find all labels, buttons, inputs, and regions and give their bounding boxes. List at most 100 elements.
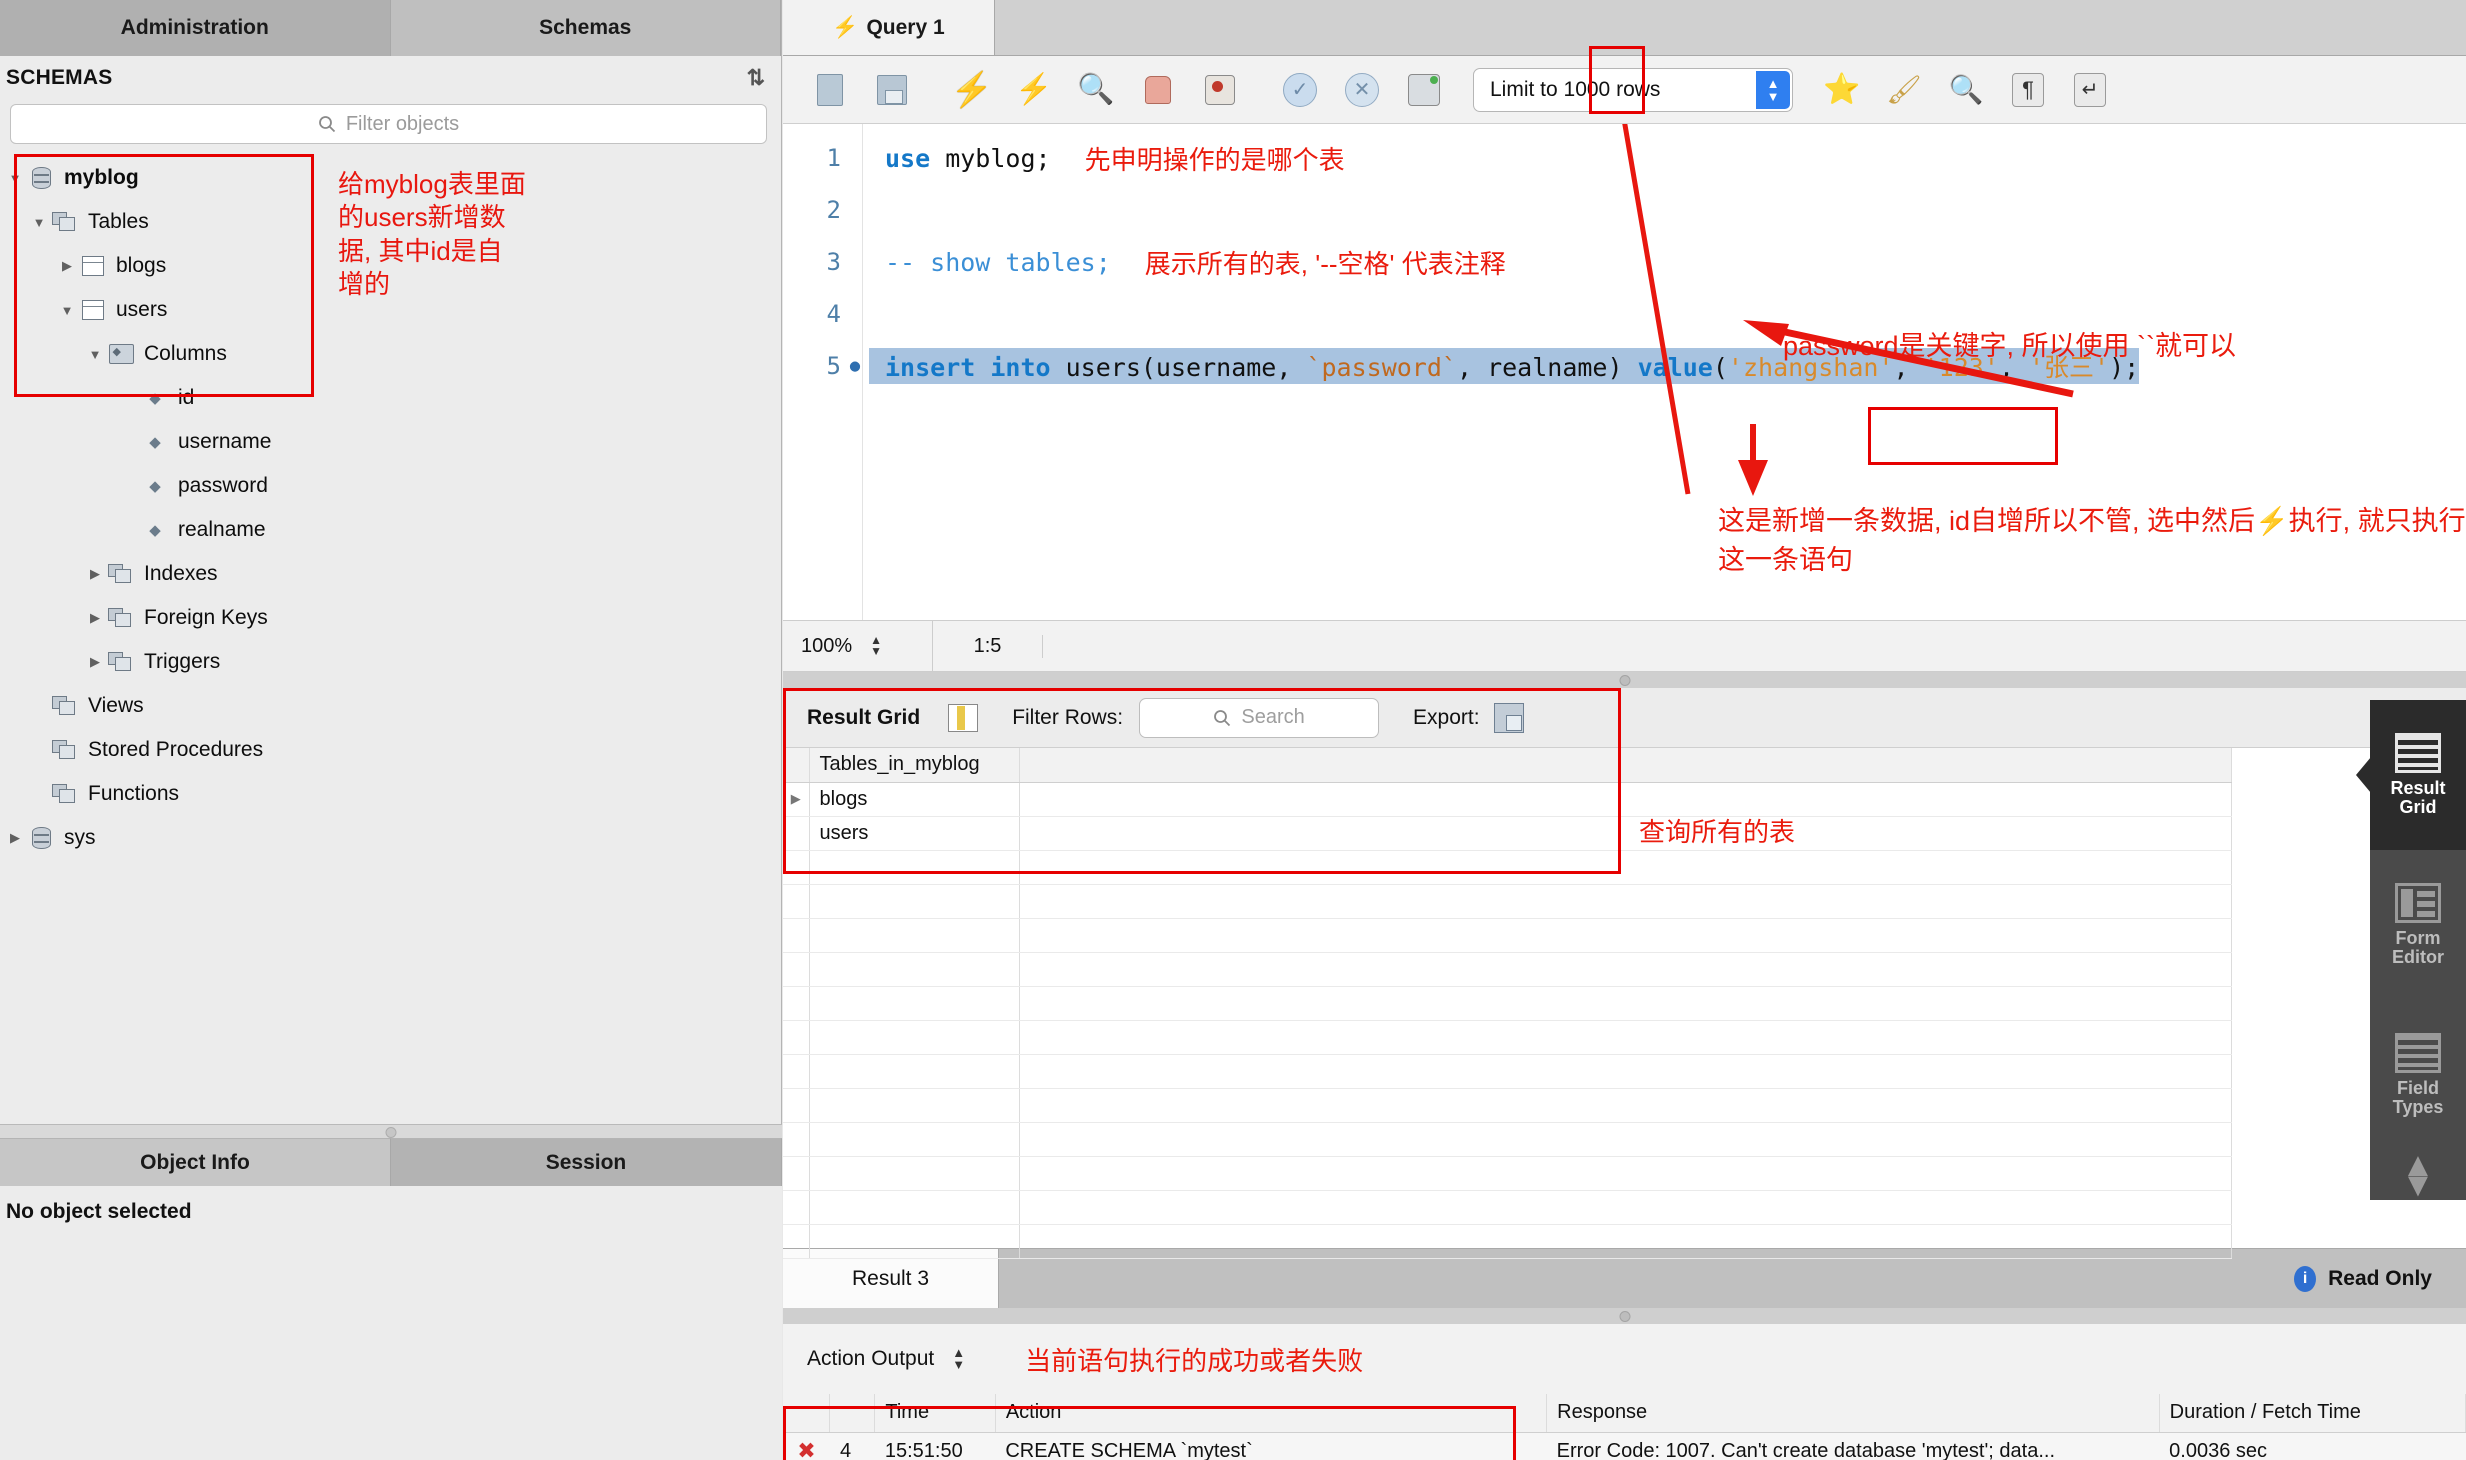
line-number: 3	[783, 248, 841, 276]
chevron-down-icon[interactable]: ▼	[28, 215, 50, 230]
grid-cell-empty	[1019, 782, 2231, 816]
annotation-line5-below: 这是新增一条数据, id自增所以不管, 选中然后⚡执行, 就只执行这一条语句	[1718, 499, 2466, 577]
open-sql-script-button[interactable]	[799, 64, 861, 116]
stop-button[interactable]	[1127, 64, 1189, 116]
indexes-icon	[108, 564, 134, 585]
sql-keyword-insert: insert into	[885, 353, 1051, 382]
action-output-panel: Action Output ▲▼ 当前语句执行的成功或者失败 Time Acti…	[783, 1324, 2466, 1460]
explain-statement-button[interactable]: 🔍	[1065, 64, 1127, 116]
tab-query-1[interactable]: ⚡ Query 1	[783, 0, 995, 55]
grid-empty-row	[783, 952, 2231, 986]
updown-stepper-icon[interactable]: ▲▼	[1756, 71, 1790, 109]
chevron-right-icon[interactable]: ▶	[84, 610, 106, 626]
rollback-button[interactable]: ✕	[1331, 64, 1393, 116]
tree-item-label: id	[170, 386, 194, 410]
tree-item-views[interactable]: Views	[0, 684, 781, 728]
tree-item-columns[interactable]: ▼Columns	[0, 332, 781, 376]
toggle-stop-on-error-button[interactable]	[1189, 64, 1251, 116]
tab-session[interactable]: Session	[391, 1138, 782, 1186]
code-line-2[interactable]: 2	[783, 184, 2466, 236]
row-limit-select[interactable]: Limit to 1000 rows ▲▼	[1473, 68, 1793, 112]
execute-current-statement-button[interactable]: ⚡	[1003, 64, 1065, 116]
grid-row[interactable]: ▶blogs	[783, 782, 2231, 816]
grid-empty-row	[783, 1122, 2231, 1156]
wrap-arrow-icon: ↵	[2074, 73, 2106, 107]
find-button[interactable]: 🔍	[1935, 64, 1997, 116]
grid-column-header[interactable]: Tables_in_myblog	[809, 748, 1019, 782]
beautify-sql-button[interactable]: 🖌	[1873, 64, 1935, 116]
tab-schemas[interactable]: Schemas	[391, 0, 782, 56]
tab-administration[interactable]: Administration	[0, 0, 391, 56]
tree-item-functions[interactable]: Functions	[0, 772, 781, 816]
filter-objects-wrap: Filter objects	[0, 100, 781, 154]
chevron-right-icon[interactable]: ▶	[84, 654, 106, 670]
commit-button[interactable]: ✓	[1269, 64, 1331, 116]
chevron-right-icon[interactable]: ▶	[56, 258, 78, 274]
chevron-down-icon[interactable]: ▼	[84, 347, 106, 362]
grid-empty-row	[783, 1156, 2231, 1190]
updown-stepper-icon[interactable]: ▲▼	[952, 1347, 965, 1370]
chevron-right-icon[interactable]: ▶	[4, 830, 26, 846]
tree-item-label: Stored Procedures	[80, 738, 263, 762]
line-number: 1	[783, 144, 841, 172]
tree-item-sys[interactable]: ▶sys	[0, 816, 781, 860]
export-recordset-icon[interactable]	[1494, 703, 1524, 733]
sql-text: myblog;	[930, 144, 1050, 173]
chevron-down-icon[interactable]: ▼	[56, 303, 78, 318]
toggle-wrapping-button[interactable]: ↵	[2059, 64, 2121, 116]
tree-item-label: users	[108, 298, 167, 322]
tree-item-id[interactable]: ◆id	[0, 376, 781, 420]
code-line-1[interactable]: 1 use myblog; 先申明操作的是哪个表	[783, 132, 2466, 184]
chevron-down-icon[interactable]: ▼	[4, 171, 26, 186]
column-toggle-icon[interactable]	[948, 704, 978, 732]
sql-editor[interactable]: 1 use myblog; 先申明操作的是哪个表 2 3 -- show tab…	[783, 124, 2466, 620]
tree-item-triggers[interactable]: ▶Triggers	[0, 640, 781, 684]
action-column-header[interactable]: Action	[995, 1394, 1546, 1432]
grid-header-row: Tables_in_myblog	[783, 748, 2231, 782]
chevron-right-icon[interactable]: ▶	[84, 566, 106, 582]
time-column-header[interactable]: Time	[875, 1394, 995, 1432]
action-output-table[interactable]: Time Action Response Duration / Fetch Ti…	[783, 1394, 2466, 1460]
tree-item-indexes[interactable]: ▶Indexes	[0, 552, 781, 596]
toggle-invisible-chars-button[interactable]: ¶	[1997, 64, 2059, 116]
toggle-autocommit-button[interactable]	[1393, 64, 1455, 116]
tree-item-foreign-keys[interactable]: ▶Foreign Keys	[0, 596, 781, 640]
tree-item-realname[interactable]: ◆realname	[0, 508, 781, 552]
refresh-icon[interactable]: ⇅	[747, 65, 765, 91]
add-snippet-button[interactable]: ⭐	[1811, 64, 1873, 116]
new-file-icon	[817, 74, 843, 106]
row-expander-icon[interactable]: ▶	[783, 782, 809, 816]
filter-rows-input[interactable]: Search	[1139, 698, 1379, 738]
tree-item-password[interactable]: ◆password	[0, 464, 781, 508]
sidebar-splitter[interactable]	[0, 1124, 782, 1138]
action-output-row[interactable]: ✖415:51:50CREATE SCHEMA `mytest`Error Co…	[783, 1432, 2466, 1460]
editor-result-splitter[interactable]	[783, 672, 2466, 688]
sql-quoted-identifier: `password`	[1306, 353, 1457, 382]
main-area: ⚡ Query 1 ⚡ ⚡ 🔍 ✓ ✕ Limit to 1000 rows ▲…	[783, 0, 2466, 1460]
code-line-3[interactable]: 3 -- show tables; 展示所有的表, '--空格' 代表注释	[783, 236, 2466, 288]
updown-stepper-icon[interactable]: ▲▼	[870, 635, 882, 658]
result-output-splitter[interactable]	[783, 1308, 2466, 1324]
tables-icon	[52, 212, 78, 233]
tree-item-stored-procedures[interactable]: Stored Procedures	[0, 728, 781, 772]
result-grid-table[interactable]: Tables_in_myblog ▶blogsusers	[783, 748, 2232, 1259]
object-info-text: No object selected	[0, 1186, 782, 1238]
grid-empty-row	[783, 850, 2231, 884]
grid-cell[interactable]: users	[809, 816, 1019, 850]
splitter-grip	[1619, 1311, 1630, 1322]
filter-objects-input[interactable]: Filter objects	[10, 104, 767, 144]
procedures-icon	[52, 740, 78, 761]
row-expander-icon[interactable]	[783, 816, 809, 850]
editor-zoom-control[interactable]: 100% ▲▼	[783, 621, 933, 671]
grid-cell[interactable]: blogs	[809, 782, 1019, 816]
tree-item-username[interactable]: ◆username	[0, 420, 781, 464]
sql-keyword-value: value	[1638, 353, 1713, 382]
grid-empty-row	[783, 1054, 2231, 1088]
tab-object-info[interactable]: Object Info	[0, 1138, 391, 1186]
save-sql-script-button[interactable]	[861, 64, 923, 116]
grid-row[interactable]: users	[783, 816, 2231, 850]
execute-statement-button[interactable]: ⚡	[941, 64, 1003, 116]
response-column-header[interactable]: Response	[1547, 1394, 2160, 1432]
splitter-grip	[386, 1127, 397, 1138]
column-diamond-icon: ◆	[149, 521, 161, 539]
